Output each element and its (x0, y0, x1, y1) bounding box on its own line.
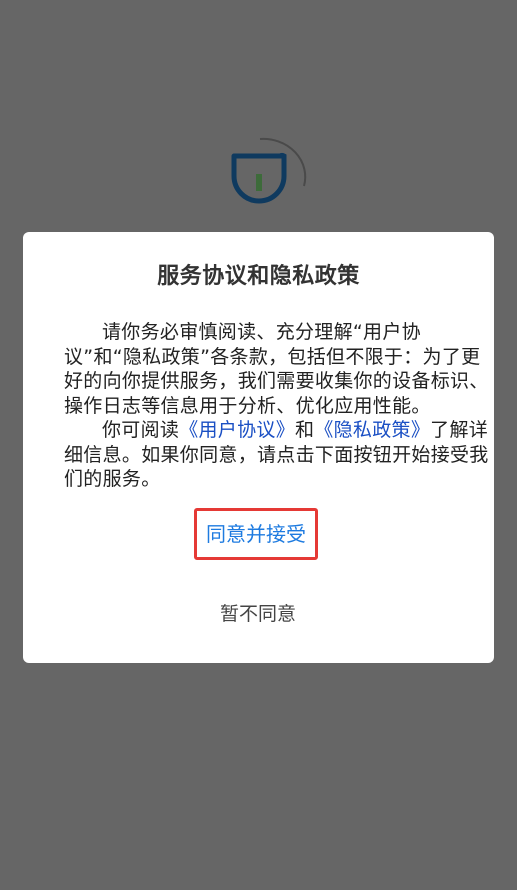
links-paragraph: 你可阅读《用户协议》和《隐私政策》了解详细信息。如果你同意，请点击下面按钮开始接… (64, 418, 498, 492)
agreement-paragraph: 请你务必审慎阅读、充分理解“用户协议”和“隐私政策”各条款，包括但不限于：为了更… (64, 321, 489, 417)
links-and-text: 和 (295, 419, 315, 441)
dialog-body: 请你务必审慎阅读、充分理解“用户协议”和“隐私政策”各条款，包括但不限于：为了更… (64, 320, 498, 492)
decline-button[interactable]: 暂不同意 (188, 596, 328, 632)
links-prefix-text: 你可阅读 (102, 419, 180, 441)
app-logo-icon (231, 137, 307, 204)
privacy-policy-link[interactable]: 《隐私政策》 (314, 419, 430, 441)
dialog-title: 服务协议和隐私政策 (157, 264, 360, 289)
user-agreement-link[interactable]: 《用户协议》 (179, 419, 295, 441)
accept-button[interactable]: 同意并接受 (194, 508, 318, 560)
privacy-dialog: 服务协议和隐私政策 请你务必审慎阅读、充分理解“用户协议”和“隐私政策”各条款，… (23, 232, 494, 663)
